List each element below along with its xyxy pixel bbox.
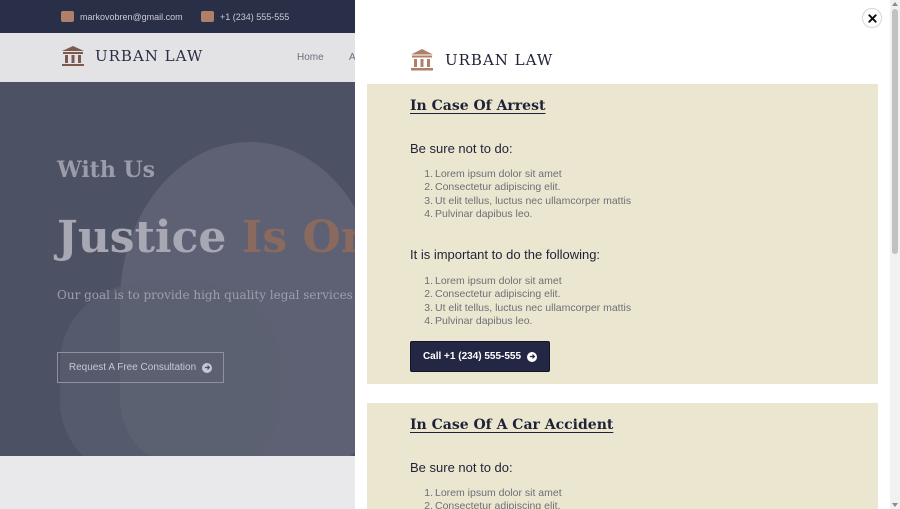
hero-description: Our goal is to provide high quality lega… (57, 288, 401, 302)
courthouse-icon (411, 49, 433, 71)
list-item: 1. Lorem ipsum dolor sit amet (424, 275, 562, 287)
dont-heading: Be sure not to do: (410, 460, 513, 475)
list-item: 4. Pulvinar dapibus leo. (424, 315, 533, 328)
scroll-up-icon[interactable] (892, 2, 898, 6)
list-item: 2. Consectetur adipiscing elit. (424, 500, 561, 509)
list-item: 2. Consectetur adipiscing elit. (424, 181, 561, 194)
phone-icon (201, 11, 214, 22)
panel-logo[interactable]: URBAN LAW (410, 48, 553, 72)
list-item: 3. Ut elit tellus, luctus nec ullamcorper… (424, 301, 632, 314)
hero-subtitle: With Us (57, 157, 156, 183)
hero-title-part1: Justice (57, 212, 242, 263)
call-button-label: Call +1 (234) 555-555 (422, 351, 522, 362)
close-panel-button[interactable] (862, 8, 882, 28)
courthouse-icon (62, 46, 84, 66)
arrow-right-circle-icon (527, 351, 538, 362)
scroll-down-icon[interactable] (892, 503, 898, 507)
dont-heading: Be sure not to do: (410, 141, 513, 156)
scrollbar-thumb[interactable] (892, 9, 898, 254)
email-text: markovobren@gmail.com (80, 11, 183, 22)
side-panel: URBAN LAW In Case Of Arrest Be sure not … (355, 0, 890, 509)
list-item: 3. Ut elit tellus, luctus nec ullamcorper… (424, 194, 632, 207)
list-item: 1. Lorem ipsum dolor sit amet (424, 487, 562, 499)
call-button[interactable]: Call +1 (234) 555-555 (410, 341, 550, 372)
panel-scrollbar[interactable] (890, 0, 900, 509)
phone-contact[interactable]: +1 (234) 555-555 (201, 11, 289, 22)
phone-text: +1 (234) 555-555 (220, 11, 290, 22)
list-item: 4. Pulvinar dapibus leo. (424, 208, 533, 221)
email-icon (61, 11, 74, 22)
nav-home[interactable]: Home (297, 52, 324, 63)
arrest-info-card: In Case Of Arrest Be sure not to do: 1. L… (367, 84, 878, 384)
list-item: 1. Lorem ipsum dolor sit amet (424, 168, 562, 180)
panel-logo-text: URBAN LAW (445, 51, 554, 69)
site-logo-text: URBAN LAW (95, 47, 204, 65)
site-logo[interactable]: URBAN LAW (61, 45, 203, 67)
card-title: In Case Of A Car Accident (410, 417, 614, 433)
email-contact[interactable]: markovobren@gmail.com (61, 11, 183, 22)
request-consultation-label: Request A Free Consultation (68, 362, 197, 373)
dont-list: 1. Lorem ipsum dolor sit amet 2. Consectet… (424, 487, 562, 509)
close-icon (867, 13, 877, 23)
do-list: 1. Lorem ipsum dolor sit amet 2. Consectet… (424, 275, 632, 329)
do-heading: It is important to do the following: (410, 247, 601, 262)
arrow-right-circle-icon (202, 362, 213, 373)
card-title: In Case Of Arrest (410, 98, 546, 114)
request-consultation-button[interactable]: Request A Free Consultation (57, 352, 224, 383)
dont-list: 1. Lorem ipsum dolor sit amet 2. Consectet… (424, 168, 632, 222)
list-item: 2. Consectetur adipiscing elit. (424, 288, 561, 301)
car-accident-info-card: In Case Of A Car Accident Be sure not to… (367, 403, 878, 509)
